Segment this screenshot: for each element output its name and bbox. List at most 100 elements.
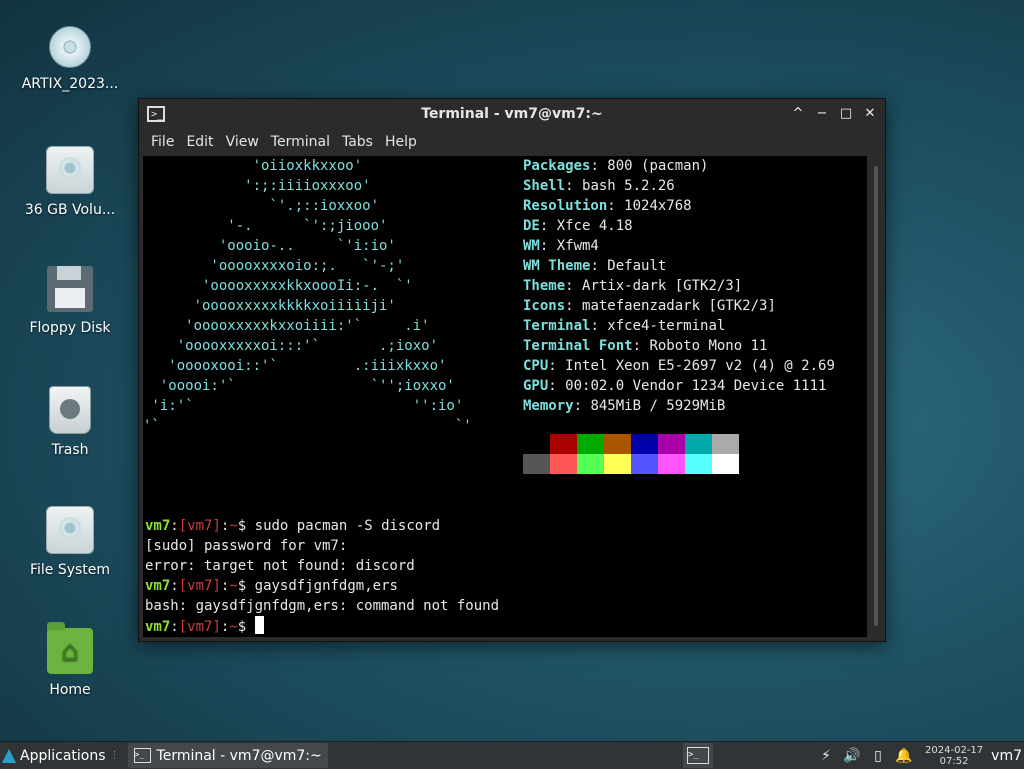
output-line: bash: gaysdfjgnfdgm,ers: command not fou… <box>145 598 500 614</box>
clock-time: 07:52 <box>939 755 969 767</box>
drive-icon <box>46 146 94 194</box>
desktop-icon-label: Trash <box>51 442 89 458</box>
prompt-symbol: $ <box>237 619 247 635</box>
prompt-bracket: [ <box>178 619 188 635</box>
applications-menu-button[interactable]: Applications ⋮ <box>0 742 124 769</box>
info-value: xfce4-terminal <box>607 318 726 334</box>
shell-session: vm7:[vm7]:~$ sudo pacman -S discord [sudo… <box>145 516 499 637</box>
desktop-icon-label: Floppy Disk <box>29 320 111 336</box>
dvd-icon <box>49 26 91 68</box>
system-info: Packages: 800 (pacman) Shell: bash 5.2.26… <box>523 156 835 416</box>
info-value: 00:02.0 Vendor 1234 Device 1111 <box>565 378 827 394</box>
desktop-icon-artix-dvd[interactable]: ARTIX_2023... <box>10 26 130 92</box>
text-cursor <box>254 616 264 634</box>
shade-button[interactable]: ^ <box>789 105 807 123</box>
desktop-icon-filesystem[interactable]: File System <box>10 506 130 578</box>
menu-help[interactable]: Help <box>379 134 423 150</box>
menubar: File Edit View Terminal Tabs Help <box>139 129 885 155</box>
prompt-symbol: $ <box>237 578 247 594</box>
info-line: Packages: 800 (pacman) <box>523 158 709 174</box>
scrollbar[interactable] <box>871 156 881 637</box>
menu-edit[interactable]: Edit <box>180 134 219 150</box>
window-titlebar[interactable]: >_ Terminal - vm7@vm7:~ ^ − □ ✕ <box>139 99 885 129</box>
info-value: 800 (pacman) <box>607 158 709 174</box>
desktop-icon-label: File System <box>29 562 111 578</box>
desktop-icon-label: Home <box>49 682 91 698</box>
clock-date: 2024-02-17 <box>925 744 984 756</box>
desktop-icon-home[interactable]: Home <box>10 622 130 698</box>
color-swatch <box>685 434 712 454</box>
taskbar-task-terminal[interactable]: >_ Terminal - vm7@vm7:~ <box>127 743 328 768</box>
maximize-button[interactable]: □ <box>837 105 855 123</box>
taskbar: Applications ⋮ >_ Terminal - vm7@vm7:~ >… <box>0 741 1024 769</box>
terminal-icon[interactable]: >_ <box>147 106 165 122</box>
prompt-user: vm7 <box>145 518 171 534</box>
info-value: 845MiB / 5929MiB <box>590 398 726 414</box>
info-line: Memory: 845MiB / 5929MiB <box>523 398 726 414</box>
info-value: Artix-dark [GTK2/3] <box>582 278 743 294</box>
floppy-icon <box>47 266 93 312</box>
network-icon[interactable]: ⚡ <box>813 748 839 764</box>
color-swatch <box>604 454 631 474</box>
command-text <box>246 619 254 635</box>
volume-icon[interactable]: 🔊 <box>839 748 865 764</box>
desktop-icon-floppy[interactable]: Floppy Disk <box>10 266 130 336</box>
drive-icon <box>46 506 94 554</box>
terminal-window[interactable]: >_ Terminal - vm7@vm7:~ ^ − □ ✕ File Edi… <box>138 98 886 642</box>
terminal-output[interactable]: 'oiioxkkxxoo' ':;:iiiioxxxoo' `'.;::ioxx… <box>143 156 867 637</box>
clock[interactable]: 2024-02-17 07:52 <box>925 745 983 767</box>
color-swatch <box>631 454 658 474</box>
notification-bell-icon[interactable]: 🔔 <box>891 748 917 764</box>
prompt-bracket: ] <box>212 518 221 534</box>
prompt-bracket: ] <box>212 619 221 635</box>
window-title: Terminal - vm7@vm7:~ <box>421 106 603 122</box>
prompt-path: ~ <box>229 619 238 635</box>
info-key: CPU <box>523 358 549 374</box>
scrollbar-thumb[interactable] <box>874 166 878 626</box>
info-line: Terminal: xfce4-terminal <box>523 318 726 334</box>
menu-tabs[interactable]: Tabs <box>336 134 379 150</box>
info-value: Intel Xeon E5-2697 v2 (4) @ 2.69 <box>565 358 835 374</box>
desktop-icon-trash[interactable]: Trash <box>10 386 130 458</box>
artix-logo-icon <box>2 748 16 763</box>
color-swatch <box>523 454 550 474</box>
color-swatch <box>577 434 604 454</box>
launcher-terminal-button[interactable]: >_ <box>683 743 714 768</box>
info-value: 1024x768 <box>624 198 692 214</box>
info-line: Resolution: 1024x768 <box>523 198 692 214</box>
info-key: GPU <box>523 378 549 394</box>
menu-terminal[interactable]: Terminal <box>265 134 336 150</box>
info-key: Theme <box>523 278 566 294</box>
palette-row-dark <box>523 434 739 454</box>
user-menu[interactable]: vm7 <box>991 748 1022 764</box>
info-line: WM: Xfwm4 <box>523 238 599 254</box>
info-value: Xfwm4 <box>556 238 599 254</box>
menu-file[interactable]: File <box>145 134 180 150</box>
home-folder-icon <box>47 622 93 674</box>
color-swatch <box>685 454 712 474</box>
color-swatch <box>550 434 577 454</box>
command-text: sudo pacman -S discord <box>246 518 441 534</box>
info-line: WM Theme: Default <box>523 258 667 274</box>
info-line: DE: Xfce 4.18 <box>523 218 633 234</box>
color-swatch <box>658 434 685 454</box>
prompt-symbol: $ <box>237 518 247 534</box>
color-swatch <box>712 434 739 454</box>
output-line: [sudo] password for vm7: <box>145 538 348 554</box>
color-palette <box>523 434 739 474</box>
info-key: Terminal Font <box>523 338 633 354</box>
desktop-icon-label: ARTIX_2023... <box>21 76 119 92</box>
desktop-icon-volume[interactable]: 36 GB Volu... <box>10 146 130 218</box>
taskbar-task-label: Terminal - vm7@vm7:~ <box>156 747 322 764</box>
info-line: Icons: matefaenzadark [GTK2/3] <box>523 298 776 314</box>
prompt-bracket: [ <box>178 518 188 534</box>
info-key: WM Theme <box>523 258 591 274</box>
close-button[interactable]: ✕ <box>861 105 879 123</box>
battery-icon[interactable]: ▯ <box>865 748 891 764</box>
menu-view[interactable]: View <box>220 134 265 150</box>
info-line: CPU: Intel Xeon E5-2697 v2 (4) @ 2.69 <box>523 358 835 374</box>
prompt-separator: : <box>170 518 179 534</box>
minimize-button[interactable]: − <box>813 105 831 123</box>
info-key: Shell <box>523 178 566 194</box>
info-line: Theme: Artix-dark [GTK2/3] <box>523 278 743 294</box>
